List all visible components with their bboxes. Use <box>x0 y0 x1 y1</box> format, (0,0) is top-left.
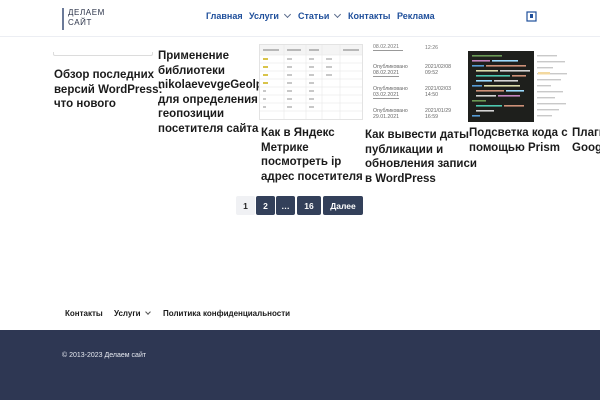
post-title-line: библиотеки <box>158 64 225 77</box>
nav-item-home[interactable]: Главная <box>206 11 243 21</box>
dates-row-time-top: 12:26 <box>425 45 438 51</box>
footer-nav-label: Политика конфиденциальности <box>163 309 291 318</box>
nav-item-label: Главная <box>206 11 243 21</box>
post-title-line: для определения <box>158 93 258 106</box>
code-editor-image <box>468 51 571 122</box>
dates-row: Опубликовано 08.02.2021 <box>373 64 408 77</box>
copyright-text: © 2013-2023 Делаем сайт <box>62 352 147 359</box>
post-title-line: Метрике <box>261 141 309 154</box>
post-card[interactable]: Обзор последних версий WordPress: что но… <box>53 44 162 114</box>
dates-cell: 03.02.2021 <box>373 92 399 99</box>
site-logo[interactable]: ДЕЛАЕМ САЙТ <box>62 8 110 30</box>
nav-item-label: Услуги <box>249 11 279 21</box>
post-card[interactable]: 08.02.2021 12:26 Опубликовано 08.02.2021… <box>363 44 477 185</box>
logo-text-top: ДЕЛАЕМ <box>68 8 105 17</box>
dates-cell: 29.01.2021 <box>373 114 399 120</box>
logo-text-bottom: САЙТ <box>68 18 92 27</box>
spreadsheet-image <box>260 45 362 119</box>
post-title-line: геопозиции <box>158 108 225 120</box>
post-title-line: посетителя сайта <box>158 122 259 135</box>
dates-cell: 08.02.2021 <box>373 70 399 77</box>
post-card[interactable]: Подсветка кода с помощью Prism <box>467 44 571 154</box>
footer-nav-services[interactable]: Услуги <box>114 309 151 318</box>
nav-item-contacts[interactable]: Контакты <box>348 11 390 21</box>
post-title[interactable]: Подсветка кода с помощью Prism <box>469 126 568 155</box>
post-title-line: версий WordPress: <box>54 83 163 96</box>
site-header: ДЕЛАЕМ САЙТ Главная Услуги Статьи Контак… <box>0 0 600 37</box>
post-title-line: обновления записи <box>365 158 477 170</box>
page-link-last[interactable]: 16 <box>297 196 321 215</box>
dates-row: Опубликовано 29.01.2021 <box>373 108 408 120</box>
post-card[interactable]: Как в Яндекс Метрике посмотреть ip адрес… <box>259 44 363 184</box>
post-title[interactable]: Как в Яндекс Метрике посмотреть ip адрес… <box>261 126 363 184</box>
post-title-line: посмотреть ip <box>261 156 342 168</box>
post-title-line: Плаги <box>572 127 600 139</box>
nav-item-label: Реклама <box>397 11 435 21</box>
dates-row-date-top: 08.02.2021 <box>373 44 403 51</box>
nav-item-ads[interactable]: Реклама <box>397 11 435 21</box>
post-card[interactable]: Применение библиотеки nikolaevevgeGeolp … <box>157 44 263 135</box>
post-title-line: помощью Prism <box>469 141 560 154</box>
dates-row: Опубликовано 03.02.2021 <box>373 86 408 99</box>
chevron-down-icon <box>334 10 342 19</box>
nav-item-label: Статьи <box>298 11 330 21</box>
post-title-line: в WordPress <box>365 172 436 185</box>
post-title[interactable]: Плаги Googl <box>572 126 600 154</box>
dates-cell: 08.02.2021 <box>373 44 399 50</box>
post-title[interactable]: Применение библиотеки nikolaevevgeGeolp … <box>158 49 263 136</box>
post-title-line: адрес посетителя <box>261 170 363 183</box>
chevron-down-icon <box>144 309 151 315</box>
search-icon[interactable] <box>526 11 537 22</box>
dates-row: 2021/02/08 09:52 <box>425 64 451 76</box>
dates-row: 2021/02/03 14:50 <box>425 86 451 98</box>
nav-item-label: Контакты <box>348 11 391 21</box>
footer-nav-contacts[interactable]: Контакты <box>65 309 103 318</box>
page-ellipsis: … <box>276 196 295 215</box>
next-page-button[interactable]: Далее <box>323 196 363 215</box>
post-title-line: Как в Яндекс <box>261 127 335 139</box>
nav-item-services[interactable]: Услуги <box>249 10 291 21</box>
chevron-down-icon <box>283 10 291 19</box>
post-title[interactable]: Обзор последних версий WordPress: что но… <box>54 68 162 112</box>
post-title-line: nikolaevevgeGeolp <box>158 79 263 91</box>
post-title-line: Как вывести даты <box>365 129 469 141</box>
post-thumbnail[interactable]: 08.02.2021 12:26 Опубликовано 08.02.2021… <box>365 44 465 122</box>
post-title-line: Применение <box>158 50 230 62</box>
post-thumbnail[interactable] <box>468 51 571 122</box>
dates-cell: 16:59 <box>425 114 438 120</box>
post-title-line: Googl <box>572 141 600 154</box>
post-title-line: что нового <box>54 98 116 110</box>
post-title-line: Обзор последних <box>54 69 155 81</box>
post-title-line: публикации и <box>365 143 444 156</box>
site-footer: © 2013-2023 Делаем сайт <box>0 330 600 400</box>
page-current: 1 <box>236 196 255 215</box>
dates-cell: 09:52 <box>425 70 438 76</box>
footer-nav-privacy[interactable]: Политика конфиденциальности <box>163 309 290 318</box>
dates-cell: 14:50 <box>425 92 438 98</box>
footer-nav-label: Услуги <box>114 309 141 318</box>
dates-row: 2021/01/29 16:59 <box>425 108 451 120</box>
footer-nav-label: Контакты <box>65 309 103 318</box>
page-link-2[interactable]: 2 <box>256 196 275 215</box>
post-thumbnail[interactable] <box>259 44 363 120</box>
nav-item-articles[interactable]: Статьи <box>298 10 342 21</box>
post-title-line: Подсветка кода с <box>469 127 568 139</box>
post-thumbnail[interactable] <box>53 52 153 56</box>
post-card[interactable]: Плаги Googl <box>571 44 600 154</box>
post-title[interactable]: Как вывести даты публикации и обновления… <box>365 128 477 186</box>
